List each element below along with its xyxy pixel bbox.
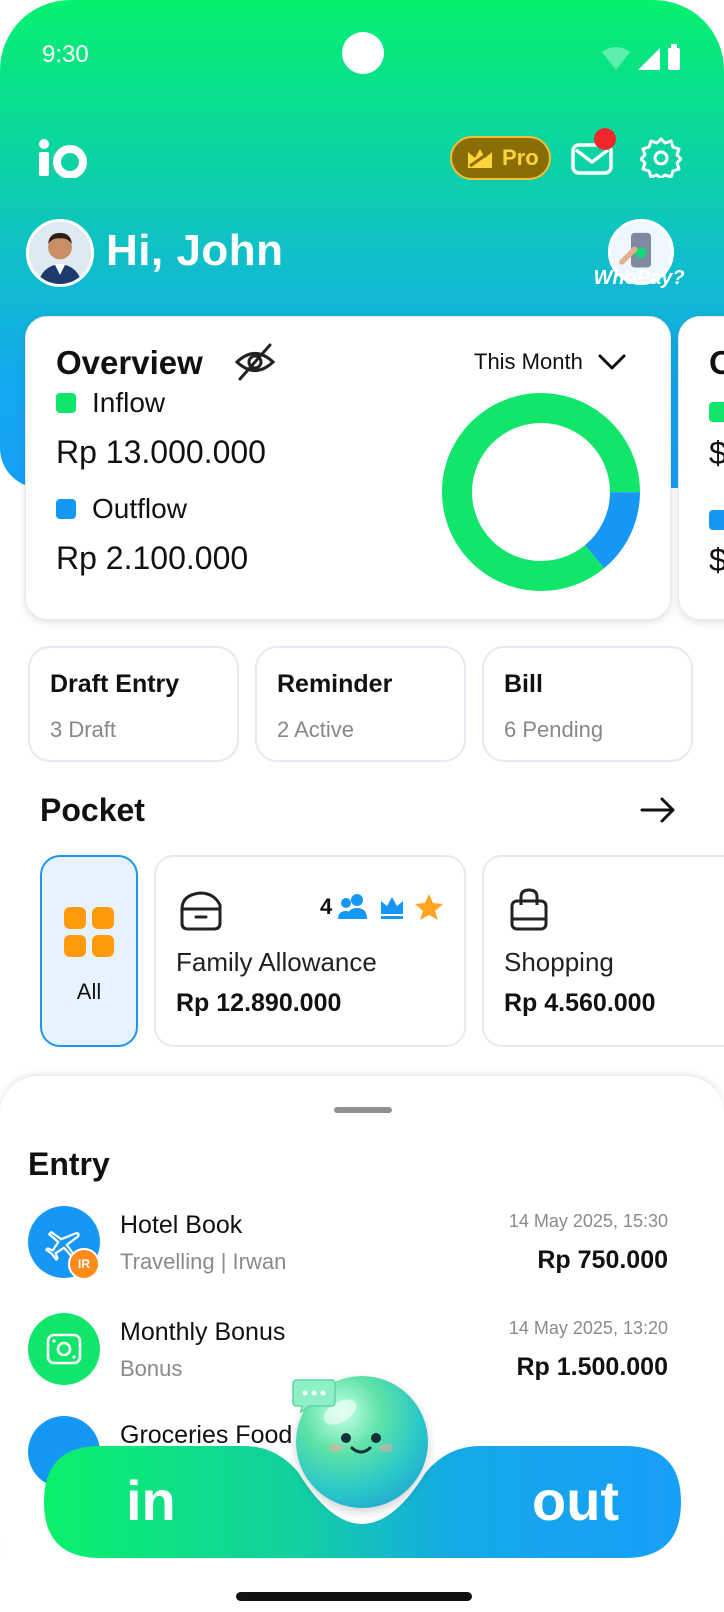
pocket-shopping[interactable]: Shopping Rp 4.560.000 <box>482 855 724 1047</box>
out-button[interactable]: out <box>532 1468 619 1533</box>
user-initials-badge: IR <box>68 1248 100 1280</box>
entry-category: Bonus <box>120 1356 183 1381</box>
draft-entry-card[interactable]: Draft Entry 3 Draft <box>28 646 239 762</box>
entry-title: Entry <box>28 1146 110 1182</box>
phone-screen: 9:30 Pro Hi, John WhoPay? Overview This … <box>0 0 724 1612</box>
home-indicator[interactable] <box>236 1592 472 1601</box>
whopay-label: WhoPay? <box>593 267 685 289</box>
status-bar: 9:30 <box>0 0 724 110</box>
shopping-bag-icon <box>510 888 548 931</box>
outflow-label: Outflow <box>92 493 187 524</box>
pocket-all-label: All <box>76 979 102 1004</box>
pocket-family-allowance[interactable]: 4 Family Allowance Rp 12.890.000 <box>154 855 466 1047</box>
secondary-outflow-amount: $ <box>709 542 724 578</box>
outflow-legend: Outflow <box>56 493 187 525</box>
secondary-overview-card[interactable]: O $ $ <box>678 316 724 620</box>
wifi-icon <box>602 47 630 70</box>
crown-icon <box>381 897 404 919</box>
reminder-card[interactable]: Reminder 2 Active <box>255 646 466 762</box>
gear-icon[interactable] <box>640 136 682 178</box>
entry-row[interactable]: IR Hotel Book Travelling | Irwan 14 May … <box>0 1206 724 1306</box>
entry-category: Travelling <box>120 1249 215 1274</box>
outflow-swatch <box>56 499 76 519</box>
reminder-count: 2 Active <box>277 717 355 742</box>
camera-cutout <box>342 32 384 74</box>
entry-date: 14 May 2025, 15:30 <box>508 1211 668 1231</box>
money-icon <box>28 1313 100 1385</box>
entry-separator: | <box>220 1249 227 1274</box>
avatar-image <box>29 222 91 284</box>
secondary-inflow-amount: $ <box>709 435 724 471</box>
pro-badge[interactable]: Pro <box>450 136 551 180</box>
pocket-all-button[interactable]: All <box>40 855 138 1047</box>
outflow-amount: Rp 2.100.000 <box>56 540 249 576</box>
reminder-title: Reminder <box>277 670 393 698</box>
avatar[interactable] <box>26 219 94 287</box>
pro-label: Pro <box>502 145 539 170</box>
star-icon <box>415 894 444 920</box>
signal-icon <box>638 48 660 70</box>
status-time: 9:30 <box>42 41 89 68</box>
inflow-label: Inflow <box>92 387 166 418</box>
pocket-amount: Rp 12.890.000 <box>176 989 342 1017</box>
bill-title: Bill <box>504 670 543 698</box>
secondary-outflow-swatch <box>709 510 724 530</box>
entry-amount: Rp 750.000 <box>537 1246 668 1274</box>
pocket-title: Pocket <box>40 792 145 828</box>
arrow-right-icon[interactable] <box>640 796 676 824</box>
chat-bubble-icon <box>292 1379 336 1414</box>
io-logo <box>39 139 87 178</box>
entry-name: Monthly Bonus <box>120 1318 286 1346</box>
chevron-down-icon <box>598 354 626 370</box>
donut-inflow-segment <box>442 393 640 591</box>
battery-icon <box>668 48 680 70</box>
in-button[interactable]: in <box>126 1468 176 1533</box>
inflow-legend: Inflow <box>56 387 165 419</box>
pocket-amount: Rp 4.560.000 <box>504 989 656 1017</box>
entry-meta: Travelling | Irwan <box>120 1249 286 1275</box>
entry-name: Hotel Book <box>120 1211 243 1239</box>
inflow-outflow-donut <box>442 393 640 591</box>
pocket-name: Family Allowance <box>176 947 377 977</box>
pocket-members: 4 <box>320 893 444 921</box>
inflow-swatch <box>56 393 76 413</box>
member-count: 4 <box>320 894 333 919</box>
overview-title: Overview <box>56 344 203 381</box>
grid-icon <box>64 907 114 957</box>
sheet-handle[interactable] <box>334 1107 392 1113</box>
entry-date: 14 May 2025, 13:20 <box>508 1318 668 1338</box>
whopay-button[interactable]: WhoPay? <box>584 219 694 295</box>
entry-amount: Rp 1.500.000 <box>516 1353 669 1381</box>
draft-entry-count: 3 Draft <box>50 717 117 742</box>
greeting: Hi, John <box>106 226 284 275</box>
draft-entry-title: Draft Entry <box>50 670 180 698</box>
wallet-icon <box>180 891 222 931</box>
crown-icon <box>468 149 492 168</box>
hide-balance-icon[interactable] <box>234 341 276 383</box>
secondary-title: O <box>709 344 724 381</box>
overview-card[interactable]: Overview This Month Inflow Rp 13.000.000… <box>25 316 671 620</box>
entry-person: Irwan <box>232 1249 287 1274</box>
users-icon <box>338 894 368 919</box>
bill-count: 6 Pending <box>504 717 604 742</box>
bill-card[interactable]: Bill 6 Pending <box>482 646 693 762</box>
pocket-name: Shopping <box>504 947 614 977</box>
inflow-amount: Rp 13.000.000 <box>56 434 266 470</box>
status-icons <box>602 44 680 70</box>
notification-dot <box>594 128 616 150</box>
secondary-inflow-swatch <box>709 402 724 422</box>
